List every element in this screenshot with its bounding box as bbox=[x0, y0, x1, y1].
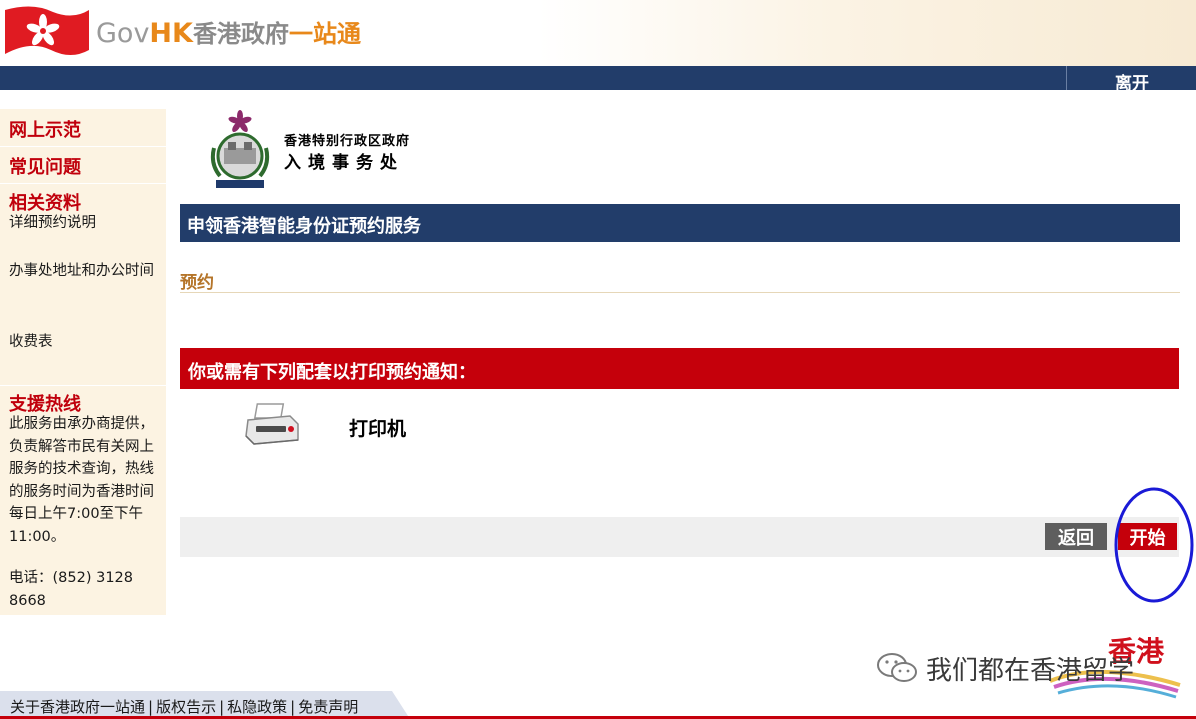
sidebar-faq-link[interactable]: 常见问题 bbox=[9, 153, 81, 179]
wechat-icon bbox=[877, 653, 917, 682]
footer-links: 关于香港政府一站通 | 版权告示 | 私隐政策 | 免责声明 bbox=[10, 696, 358, 717]
printer-label: 打印机 bbox=[349, 418, 407, 440]
sidebar: 网上示范 常见问题 相关资料 详细预约说明 办事处地址和办公时间 收费表 支援热… bbox=[0, 109, 166, 615]
printer-icon bbox=[245, 403, 299, 445]
action-bar bbox=[180, 517, 1179, 557]
sidebar-link-office-hours[interactable]: 办事处地址和办公时间 bbox=[9, 260, 161, 282]
immigration-emblem-icon bbox=[210, 110, 270, 188]
gov-hk-logo[interactable]: GovHK香港政府一站通 bbox=[96, 14, 361, 49]
logo-hk: HK bbox=[149, 18, 193, 49]
footer-separator: | bbox=[219, 698, 225, 716]
exit-link[interactable]: 离开 bbox=[1094, 69, 1170, 94]
service-title-bar: 申领香港智能身份证预约服务 bbox=[180, 204, 1180, 242]
notice-text: 你或需有下列配套以打印预约通知： bbox=[188, 362, 476, 383]
department-name-line1: 香港特别行政区政府 bbox=[284, 134, 411, 149]
sidebar-hotline-text: 此服务由承办商提供，负责解答市民有关网上服务的技术查询，热线的服务时间为香港时间… bbox=[9, 416, 154, 545]
back-button[interactable]: 返回 bbox=[1045, 523, 1107, 550]
notice-bar: 你或需有下列配套以打印预约通知： bbox=[180, 348, 1179, 389]
footer-link-disclaimer[interactable]: 免责声明 bbox=[298, 698, 358, 716]
service-title: 申领香港智能身份证预约服务 bbox=[187, 216, 421, 237]
sidebar-link-fee-table[interactable]: 收费表 bbox=[9, 331, 161, 353]
footer-link-about[interactable]: 关于香港政府一站通 bbox=[10, 698, 145, 716]
footer-separator: | bbox=[148, 698, 154, 716]
logo-cn-b: 一站通 bbox=[288, 20, 361, 48]
section-label: 预约 bbox=[180, 273, 214, 293]
sidebar-divider bbox=[0, 385, 166, 386]
logo-cn-a: 香港政府 bbox=[192, 20, 289, 48]
top-nav-bar: 离开 bbox=[0, 66, 1196, 94]
site-header: GovHK香港政府一站通 bbox=[0, 0, 1196, 66]
sidebar-link-booking-details[interactable]: 详细预约说明 bbox=[9, 212, 161, 234]
footer-link-privacy[interactable]: 私隐政策 bbox=[227, 698, 287, 716]
watermark-text: 我们都在香港留学 bbox=[926, 656, 1135, 686]
footer-link-copyright[interactable]: 版权告示 bbox=[156, 698, 216, 716]
nav-divider bbox=[1066, 66, 1067, 90]
sidebar-divider bbox=[0, 183, 166, 184]
department-name-line2: 入境事务处 bbox=[284, 153, 404, 173]
hk-flag-icon bbox=[5, 6, 89, 56]
section-divider bbox=[180, 292, 1180, 293]
logo-gov: Gov bbox=[96, 18, 150, 49]
sidebar-hotline-phone: 电话：(852) 3128 8668 bbox=[9, 570, 134, 609]
footer-separator: | bbox=[290, 698, 296, 716]
sidebar-divider bbox=[0, 146, 166, 147]
sidebar-demo-link[interactable]: 网上示范 bbox=[9, 116, 81, 142]
highlight-circle-annotation bbox=[1114, 487, 1194, 603]
